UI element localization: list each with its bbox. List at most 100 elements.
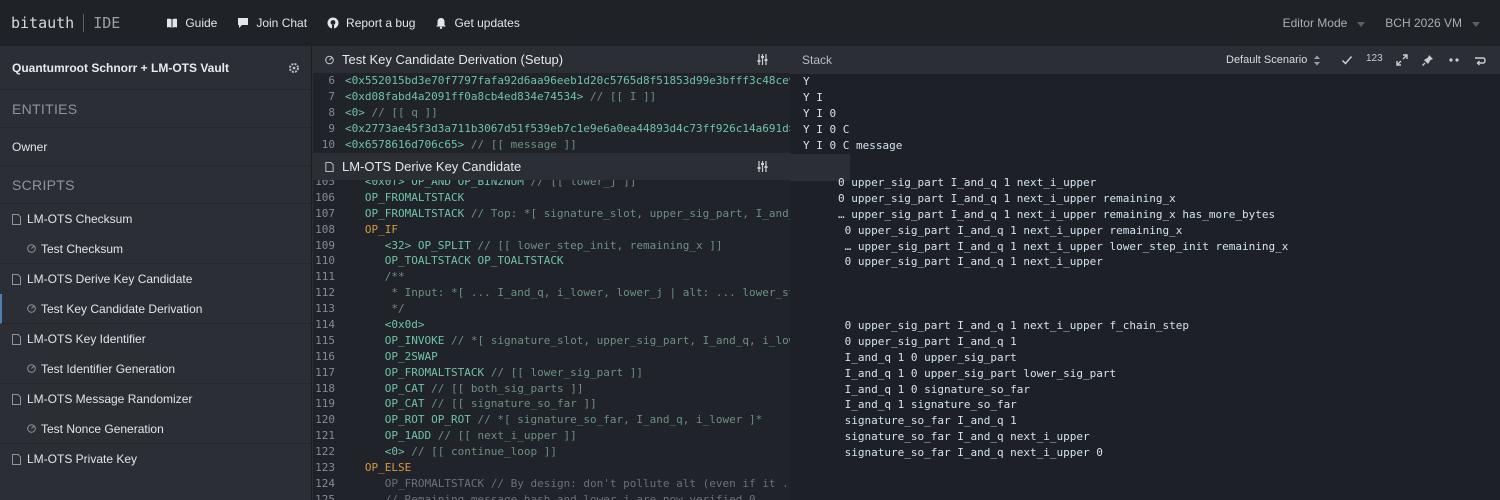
script-lm-ots-message-randomizer[interactable]: LM-OTS Message Randomizer xyxy=(0,384,311,414)
code-text: OP_ELSE xyxy=(345,460,411,476)
code-line[interactable]: 123 OP_ELSE xyxy=(313,460,790,476)
app-logo[interactable]: bitauth IDE xyxy=(0,14,120,32)
test-identifier-generation[interactable]: Test Identifier Generation xyxy=(0,354,311,384)
code-line[interactable]: 119 OP_CAT // [[ signature_so_far ]] xyxy=(313,396,790,412)
code-line[interactable]: 111 /** xyxy=(313,269,790,285)
stack-state-line: Y I 0 C message xyxy=(803,138,903,152)
code-line[interactable]: 124 OP_FROMALTSTACK // By design: don't … xyxy=(313,476,790,492)
test-checksum[interactable]: Test Checksum xyxy=(0,234,311,264)
code-token: OP_FROMALTSTACK xyxy=(364,206,465,220)
gear-icon[interactable] xyxy=(289,62,299,73)
code-text: OP_CAT // [[ both_sig_parts ]] xyxy=(345,381,584,397)
script-label: LM-OTS Derive Key Candidate xyxy=(27,272,193,286)
expand-icon[interactable] xyxy=(1396,54,1408,66)
script-lm-ots-private-key[interactable]: LM-OTS Private Key xyxy=(0,444,311,474)
code-line[interactable]: 6 <0x552015bd3e70f7797fafa92d6aa96eeb1d20… xyxy=(313,73,790,89)
code-text: <0xd08fabd4a2091ff0a8cb4ed834e74534> // … xyxy=(345,89,656,105)
project-header[interactable]: Quantumroot Schnorr + LM-OTS Vault xyxy=(0,46,311,90)
code-line[interactable]: 9 <0x2773ae45f3d3a711b3067d51f539eb7c1e9e… xyxy=(313,121,790,137)
get-updates-link[interactable]: Get updates xyxy=(435,16,520,30)
code-line[interactable]: 113 */ xyxy=(313,301,790,317)
stack-state-line: 0 upper_sig_part I_and_q 1 next_i_upper xyxy=(838,176,1097,189)
script-lm-ots-derive-key-candidate[interactable]: LM-OTS Derive Key Candidate xyxy=(0,264,311,294)
line-number: 115 xyxy=(315,333,335,347)
line-number: 109 xyxy=(315,238,335,252)
stack-state-line xyxy=(838,270,1500,286)
code-text: OP_2SWAP xyxy=(345,349,438,365)
line-number: 108 xyxy=(315,222,335,236)
code-token: <0x2773ae45f3d3a711b3067d51f539eb7c1e9e6… xyxy=(345,121,790,135)
code-line[interactable]: 106 OP_FROMALTSTACK xyxy=(313,190,790,206)
code-line[interactable]: 120 OP_ROT OP_ROT // *[ signature_so_far… xyxy=(313,412,790,428)
report-bug-link[interactable]: Report a bug xyxy=(327,16,415,30)
code-token: OP_1ADD xyxy=(384,429,432,443)
join-chat-label: Join Chat xyxy=(256,16,308,30)
script-lm-ots-key-identifier[interactable]: LM-OTS Key Identifier xyxy=(0,324,311,354)
check-icon[interactable] xyxy=(1341,54,1353,66)
stack-state-line: 0 upper_sig_part I_and_q 1 next_i_upper … xyxy=(838,191,1176,205)
code-line[interactable]: 125 // Remaining message hash and lower_… xyxy=(313,492,790,500)
code-line[interactable]: 110 OP_TOALTSTACK OP_TOALTSTACK xyxy=(313,253,790,269)
code-text: // Remaining message hash and lower_j ar… xyxy=(345,492,776,500)
wrap-icon[interactable] xyxy=(1474,54,1486,66)
stack-state-line: signature_so_far I_and_q next_i_upper 0 xyxy=(838,446,1103,460)
code-token: OP_ROT OP_ROT xyxy=(384,413,471,427)
line-number: 112 xyxy=(315,286,335,300)
code-token: <0xd08fabd4a2091ff0a8cb4ed834e74534> xyxy=(345,89,584,103)
line-number: 122 xyxy=(315,445,335,459)
test-key-candidate-derivation[interactable]: Test Key Candidate Derivation xyxy=(0,294,311,324)
code-comment: // [[ message ]] xyxy=(464,137,577,151)
code-comment: // Remaining message hash and lower_j ar… xyxy=(384,492,776,500)
more-icon[interactable] xyxy=(1448,54,1460,66)
scenario-select[interactable]: Default Scenario xyxy=(1226,46,1321,74)
pin-icon[interactable] xyxy=(1422,54,1434,66)
file-icon xyxy=(12,333,21,345)
join-chat-link[interactable]: Join Chat xyxy=(237,16,307,30)
editor-mode-select[interactable]: Editor Mode xyxy=(1283,16,1386,30)
code-line[interactable]: 121 OP_1ADD // [[ next_i_upper ]] xyxy=(313,428,790,444)
code-line[interactable]: 7 <0xd08fabd4a2091ff0a8cb4ed834e74534> //… xyxy=(313,89,790,105)
test-label: Test Key Candidate Derivation xyxy=(41,301,203,316)
test-label: Test Nonce Generation xyxy=(41,421,164,436)
tune-icon[interactable] xyxy=(757,54,768,65)
test-nonce-generation[interactable]: Test Nonce Generation xyxy=(0,414,311,444)
line-number: 107 xyxy=(315,206,335,220)
code-line[interactable]: 112 * Input: *[ ... I_and_q, i_lower, lo… xyxy=(313,285,790,301)
entity-owner[interactable]: Owner xyxy=(0,128,311,166)
vm-select[interactable]: BCH 2026 VM xyxy=(1385,16,1500,30)
code-line[interactable]: 114 <0x0d> xyxy=(313,317,790,333)
setup-code-area[interactable]: 6 <0x552015bd3e70f7797fafa92d6aa96eeb1d20… xyxy=(313,73,790,153)
code-text: OP_FROMALTSTACK // By design: don't poll… xyxy=(345,476,790,492)
test-icon xyxy=(27,364,36,373)
code-line[interactable]: 118 OP_CAT // [[ both_sig_parts ]] xyxy=(313,381,790,397)
code-line[interactable]: 109 <32> OP_SPLIT // [[ lower_step_init,… xyxy=(313,238,790,254)
line-number: 8 xyxy=(328,105,335,119)
code-token: OP_CAT xyxy=(384,381,425,395)
test-icon xyxy=(27,244,36,253)
line-number: 6 xyxy=(328,74,335,87)
line-number: 118 xyxy=(315,381,335,395)
code-line[interactable]: 117 OP_FROMALTSTACK // [[ lower_sig_part… xyxy=(313,365,790,381)
number-format-button[interactable]: 123 xyxy=(1366,53,1383,64)
code-line[interactable]: 107 OP_FROMALTSTACK // Top: *[ signature… xyxy=(313,206,790,222)
code-line[interactable]: 8 <0> // [[ q ]] xyxy=(313,105,790,121)
code-line[interactable]: 115 OP_INVOKE // *[ signature_slot, uppe… xyxy=(313,333,790,349)
guide-link[interactable]: Guide xyxy=(166,16,217,30)
tune-icon[interactable] xyxy=(757,161,768,172)
code-token: OP_INVOKE xyxy=(384,333,445,347)
code-text: * Input: *[ ... I_and_q, i_lower, lower_… xyxy=(345,285,790,301)
code-line[interactable]: 116 OP_2SWAP xyxy=(313,349,790,365)
main-code-area[interactable]: 105 <0x0f> OP_AND OP_BIN2NUM // [[ lower… xyxy=(313,174,790,500)
code-line[interactable]: 10 <0x6578616d706c65> // [[ message ]] xyxy=(313,137,790,153)
script-lm-ots-checksum[interactable]: LM-OTS Checksum xyxy=(0,204,311,234)
code-line[interactable]: 108 OP_IF xyxy=(313,222,790,238)
book-icon xyxy=(167,18,178,28)
code-line[interactable]: 122 <0> // [[ continue_loop ]] xyxy=(313,444,790,460)
